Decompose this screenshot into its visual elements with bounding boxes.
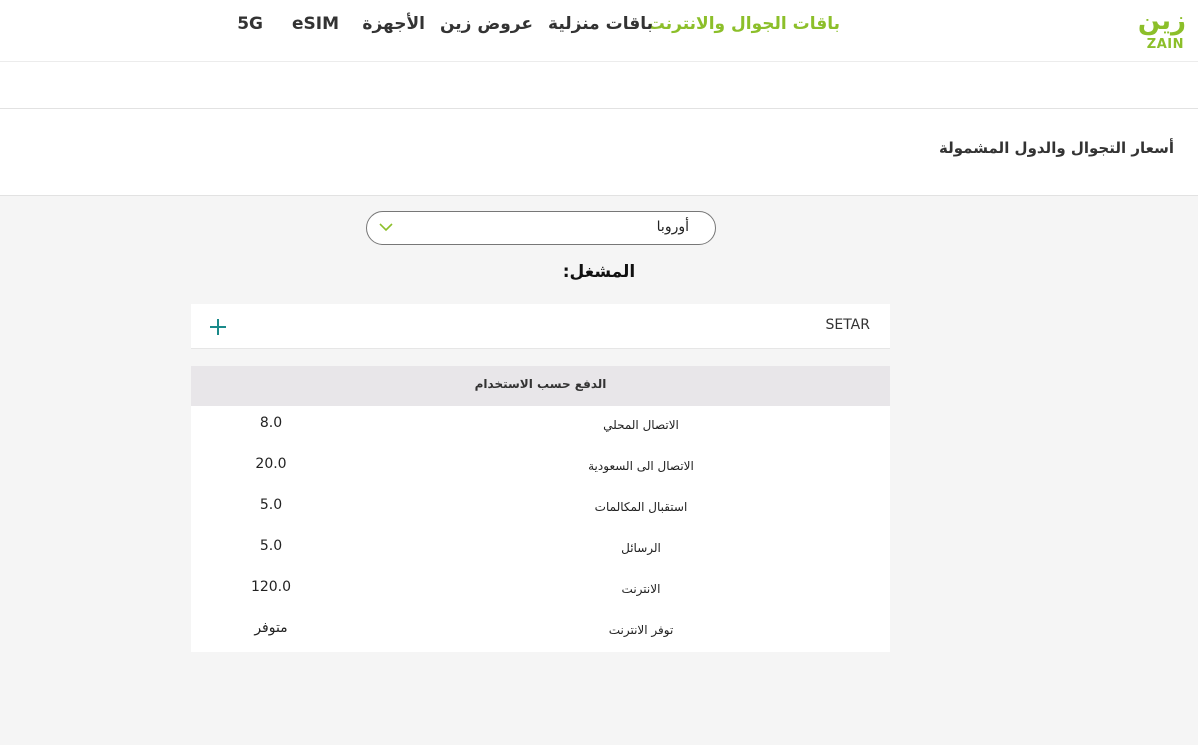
table-row: توفر الانترنت متوفر: [191, 611, 890, 652]
rate-label: توفر الانترنت: [608, 623, 674, 637]
rate-value: 5.0: [259, 497, 283, 513]
rate-label: الرسائل: [621, 541, 661, 555]
nav-home-packages[interactable]: باقات منزلية: [548, 14, 653, 38]
nav-zain-offers[interactable]: عروض زين: [440, 14, 533, 38]
region-select-value: أوروبا: [656, 219, 689, 235]
table-row: استقبال المكالمات 5.0: [191, 488, 890, 529]
rate-label: الانترنت: [621, 582, 661, 596]
nav-5g[interactable]: 5G: [237, 14, 263, 38]
chevron-down-icon: [379, 223, 393, 232]
table-row: الانترنت 120.0: [191, 570, 890, 611]
rate-value: متوفر: [254, 620, 288, 636]
rates-table: الدفع حسب الاستخدام الاتصال المحلي 8.0 ا…: [191, 366, 890, 652]
rate-label: استقبال المكالمات: [594, 500, 688, 514]
nav-esim[interactable]: eSIM: [292, 14, 339, 38]
rate-value: 5.0: [259, 538, 283, 554]
table-row: الاتصال الى السعودية 20.0: [191, 447, 890, 488]
top-navigation-bar: زين ZAIN باقات الجوال والانترنت باقات من…: [0, 0, 1198, 62]
region-select[interactable]: أوروبا: [366, 211, 716, 245]
rates-table-header-label: الدفع حسب الاستخدام: [474, 377, 607, 391]
operator-heading: المشغل:: [562, 262, 636, 282]
operator-accordion[interactable]: SETAR: [191, 304, 890, 349]
rates-table-header: الدفع حسب الاستخدام: [191, 366, 890, 406]
plus-icon[interactable]: [209, 318, 227, 336]
breadcrumb-band: [0, 62, 1198, 109]
zain-logo[interactable]: زين ZAIN: [1137, 6, 1186, 53]
operator-name: SETAR: [825, 317, 870, 333]
rate-value: 8.0: [259, 415, 283, 431]
logo-english-text: ZAIN: [1146, 37, 1184, 52]
rate-label: الاتصال المحلي: [603, 418, 679, 432]
table-row: الرسائل 5.0: [191, 529, 890, 570]
nav-mobile-internet-packages[interactable]: باقات الجوال والانترنت: [648, 14, 840, 38]
logo-arabic-text: زين: [1137, 6, 1186, 36]
page-title: أسعار التجوال والدول المشمولة: [939, 139, 1174, 157]
table-row: الاتصال المحلي 8.0: [191, 406, 890, 447]
rate-value: 120.0: [250, 579, 292, 595]
rate-label: الاتصال الى السعودية: [588, 459, 694, 473]
nav-devices[interactable]: الأجهزة: [362, 14, 425, 38]
rate-value: 20.0: [255, 456, 287, 472]
page-title-band: أسعار التجوال والدول المشمولة: [0, 109, 1198, 196]
